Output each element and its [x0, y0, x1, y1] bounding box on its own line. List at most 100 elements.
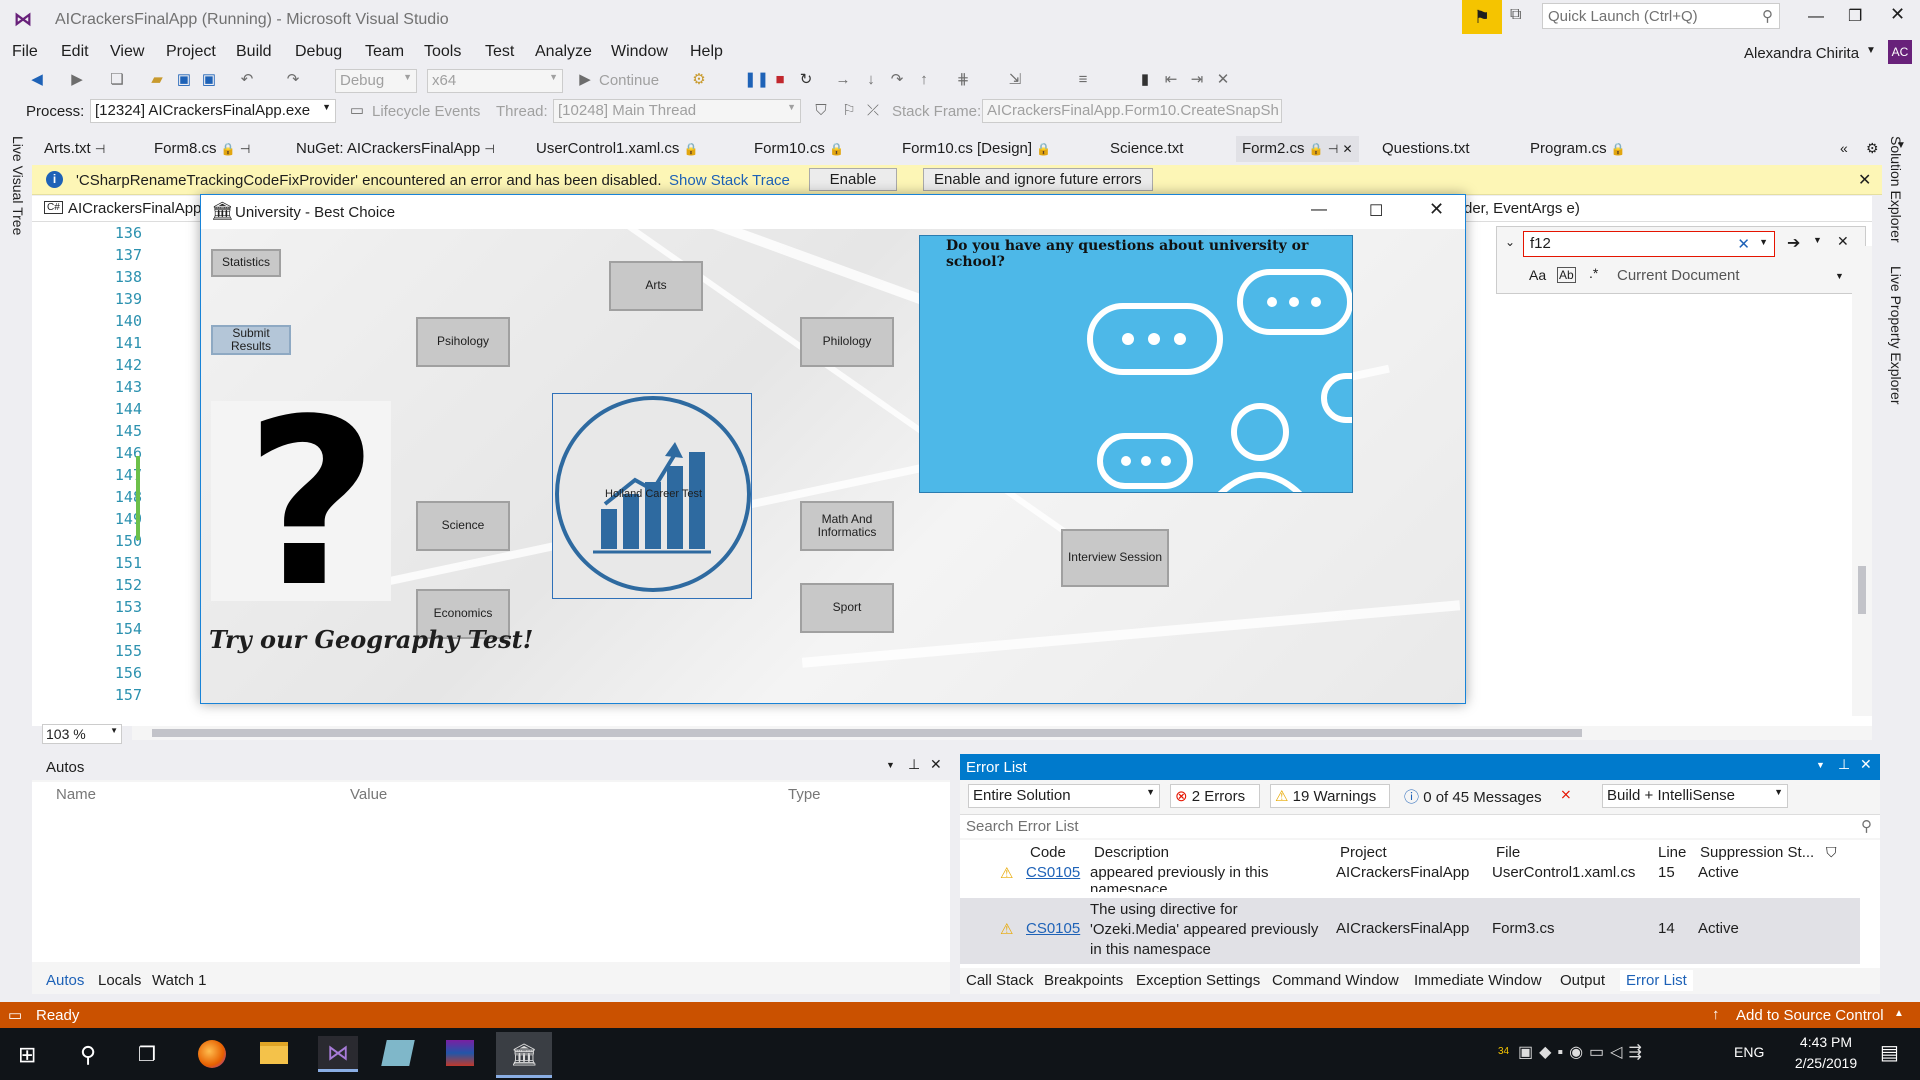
platform-select[interactable]: x64 ▼: [427, 69, 563, 93]
scope-dropdown-icon[interactable]: ▼: [1835, 271, 1844, 281]
lifecycle-events[interactable]: Lifecycle Events: [372, 103, 480, 120]
table-row[interactable]: ⚠ CS0105 The using directive for 'Ozeki.…: [960, 898, 1860, 964]
col-type[interactable]: Type: [788, 786, 821, 803]
menu-team[interactable]: Team: [365, 43, 404, 61]
close-find-icon[interactable]: ✕: [1837, 233, 1849, 250]
arts-button[interactable]: Arts: [609, 261, 703, 311]
file-explorer-icon[interactable]: [260, 1042, 288, 1064]
restart-icon[interactable]: ↻: [797, 71, 815, 89]
form-close-button[interactable]: ✕: [1429, 199, 1444, 220]
close-info-icon[interactable]: ✕: [1858, 170, 1871, 190]
process-select[interactable]: [12324] AICrackersFinalApp.exe ▼: [90, 99, 336, 123]
tab-form10-design[interactable]: Form10.cs [Design] 🔒: [896, 136, 1057, 162]
task-view-icon[interactable]: ❐: [138, 1042, 156, 1067]
settings-gear-icon[interactable]: ⚙: [1866, 140, 1879, 157]
search-icon[interactable]: ⚲: [80, 1042, 96, 1068]
holland-career-test-button[interactable]: Holland Career Test: [552, 393, 752, 599]
redo-icon[interactable]: ↷: [284, 71, 302, 89]
hex-icon[interactable]: ⋕: [954, 71, 972, 89]
regex-icon[interactable]: .*: [1589, 265, 1598, 281]
menu-project[interactable]: Project: [166, 43, 216, 61]
rar-icon[interactable]: [446, 1040, 474, 1066]
undo-icon[interactable]: ↶: [238, 71, 256, 89]
menu-debug[interactable]: Debug: [295, 43, 342, 61]
save-all-icon[interactable]: ▣: [200, 71, 218, 89]
notification-center-icon[interactable]: ▤: [1880, 1040, 1899, 1065]
breakpoint-window-icon[interactable]: ⇲: [1006, 71, 1024, 89]
interview-session-button[interactable]: Interview Session: [1061, 529, 1169, 587]
menu-window[interactable]: Window: [611, 43, 668, 61]
pin-icon[interactable]: ⊣: [1328, 142, 1338, 156]
messages-filter-button[interactable]: ⓘ 0 of 45 Messages: [1400, 784, 1546, 808]
bookmark-clear-icon[interactable]: ✕: [1214, 71, 1232, 89]
close-button[interactable]: ✕: [1890, 4, 1905, 25]
source-dropdown-icon[interactable]: ▲: [1894, 1008, 1904, 1019]
scroll-tabs-icon[interactable]: «: [1840, 140, 1848, 156]
live-property-explorer-tab[interactable]: Live Property Explorer: [1888, 266, 1904, 405]
clock-date[interactable]: 2/25/2019: [1786, 1055, 1866, 1071]
configuration-select[interactable]: Debug ▼: [335, 69, 417, 93]
col-code[interactable]: Code: [1030, 844, 1066, 861]
tab-autos[interactable]: Autos: [46, 972, 84, 989]
statistics-button[interactable]: Statistics: [211, 249, 281, 277]
form-maximize-button[interactable]: ☐: [1369, 201, 1383, 221]
bookmark-icon[interactable]: ▮: [1136, 71, 1154, 89]
panel-dropdown-icon[interactable]: ▼: [886, 760, 895, 770]
tab-usercontrol1[interactable]: UserControl1.xaml.cs 🔒: [530, 136, 705, 162]
science-button[interactable]: Science: [416, 501, 510, 551]
panel-dropdown-icon[interactable]: ▼: [1816, 760, 1825, 770]
tab-program[interactable]: Program.cs 🔒: [1524, 136, 1632, 162]
attach-icon[interactable]: ⚙: [690, 71, 708, 89]
step-into-icon[interactable]: ↓: [862, 71, 880, 89]
menu-tools[interactable]: Tools: [424, 43, 461, 61]
enable-button[interactable]: Enable: [809, 168, 897, 191]
tab-error-list[interactable]: Error List: [1620, 970, 1693, 991]
show-threads-icon[interactable]: ⤫: [864, 102, 882, 120]
pin-icon[interactable]: ⊣: [95, 142, 105, 156]
continue-button[interactable]: Continue: [599, 72, 659, 89]
tab-breakpoints[interactable]: Breakpoints: [1044, 972, 1123, 989]
clear-find-icon[interactable]: ✕: [1737, 235, 1750, 253]
find-dropdown-icon[interactable]: ▼: [1759, 237, 1768, 247]
visual-studio-icon[interactable]: ⋈: [318, 1036, 358, 1072]
philology-button[interactable]: Philology: [800, 317, 894, 367]
pin-icon[interactable]: ⊣: [240, 142, 250, 156]
project-nav[interactable]: AICrackersFinalApp: [68, 200, 201, 217]
math-informatics-button[interactable]: Math And Informatics: [800, 501, 894, 551]
find-options-icon[interactable]: ▼: [1813, 235, 1822, 245]
tab-form2[interactable]: Form2.cs 🔒 ⊣ ✕: [1236, 136, 1359, 162]
scrollbar-thumb[interactable]: [1858, 566, 1866, 614]
vertical-scrollbar[interactable]: [1852, 246, 1872, 716]
forward-icon[interactable]: ▶: [68, 71, 86, 89]
close-panel-icon[interactable]: ✕: [1860, 756, 1872, 773]
quick-launch-input[interactable]: Quick Launch (Ctrl+Q) ⚲: [1542, 3, 1780, 29]
find-input[interactable]: f12 ✕ ▼: [1523, 231, 1775, 257]
geography-test-link[interactable]: Try our Geography Test!: [209, 625, 533, 654]
stack-frame-select[interactable]: AICrackersFinalApp.Form10.CreateSnapSh: [982, 99, 1282, 123]
lifecycle-icon[interactable]: ▭: [348, 102, 366, 120]
col-project[interactable]: Project: [1340, 844, 1387, 861]
pin-icon[interactable]: ⊥: [1838, 756, 1850, 773]
enable-ignore-button[interactable]: Enable and ignore future errors: [923, 168, 1153, 191]
bookmark-next-icon[interactable]: ⇥: [1188, 71, 1206, 89]
notification-flag-icon[interactable]: ⚑: [1462, 0, 1502, 34]
menu-help[interactable]: Help: [690, 43, 723, 61]
menu-view[interactable]: View: [110, 43, 144, 61]
submit-results-button[interactable]: Submit Results: [211, 325, 291, 355]
find-expand-icon[interactable]: ⌄: [1505, 235, 1515, 249]
flag-thread-icon[interactable]: ⚐: [840, 102, 858, 120]
zoom-select[interactable]: 103 % ▼: [42, 724, 122, 744]
close-panel-icon[interactable]: ✕: [930, 756, 942, 773]
find-scope[interactable]: Current Document: [1617, 267, 1740, 284]
clock-time[interactable]: 4:43 PM: [1794, 1034, 1858, 1050]
save-icon[interactable]: ▣: [175, 71, 193, 89]
tab-immediate-window[interactable]: Immediate Window: [1414, 972, 1542, 989]
h-scrollbar-thumb[interactable]: [152, 729, 1582, 737]
show-stack-trace-link[interactable]: Show Stack Trace: [669, 172, 790, 189]
pause-icon[interactable]: ❚❚: [744, 71, 769, 89]
menu-build[interactable]: Build: [236, 43, 272, 61]
tab-locals[interactable]: Locals: [98, 972, 141, 989]
whole-word-icon[interactable]: Ab: [1557, 267, 1576, 283]
error-search-input[interactable]: Search Error List ⚲: [960, 814, 1880, 838]
form-minimize-button[interactable]: —: [1311, 201, 1327, 219]
